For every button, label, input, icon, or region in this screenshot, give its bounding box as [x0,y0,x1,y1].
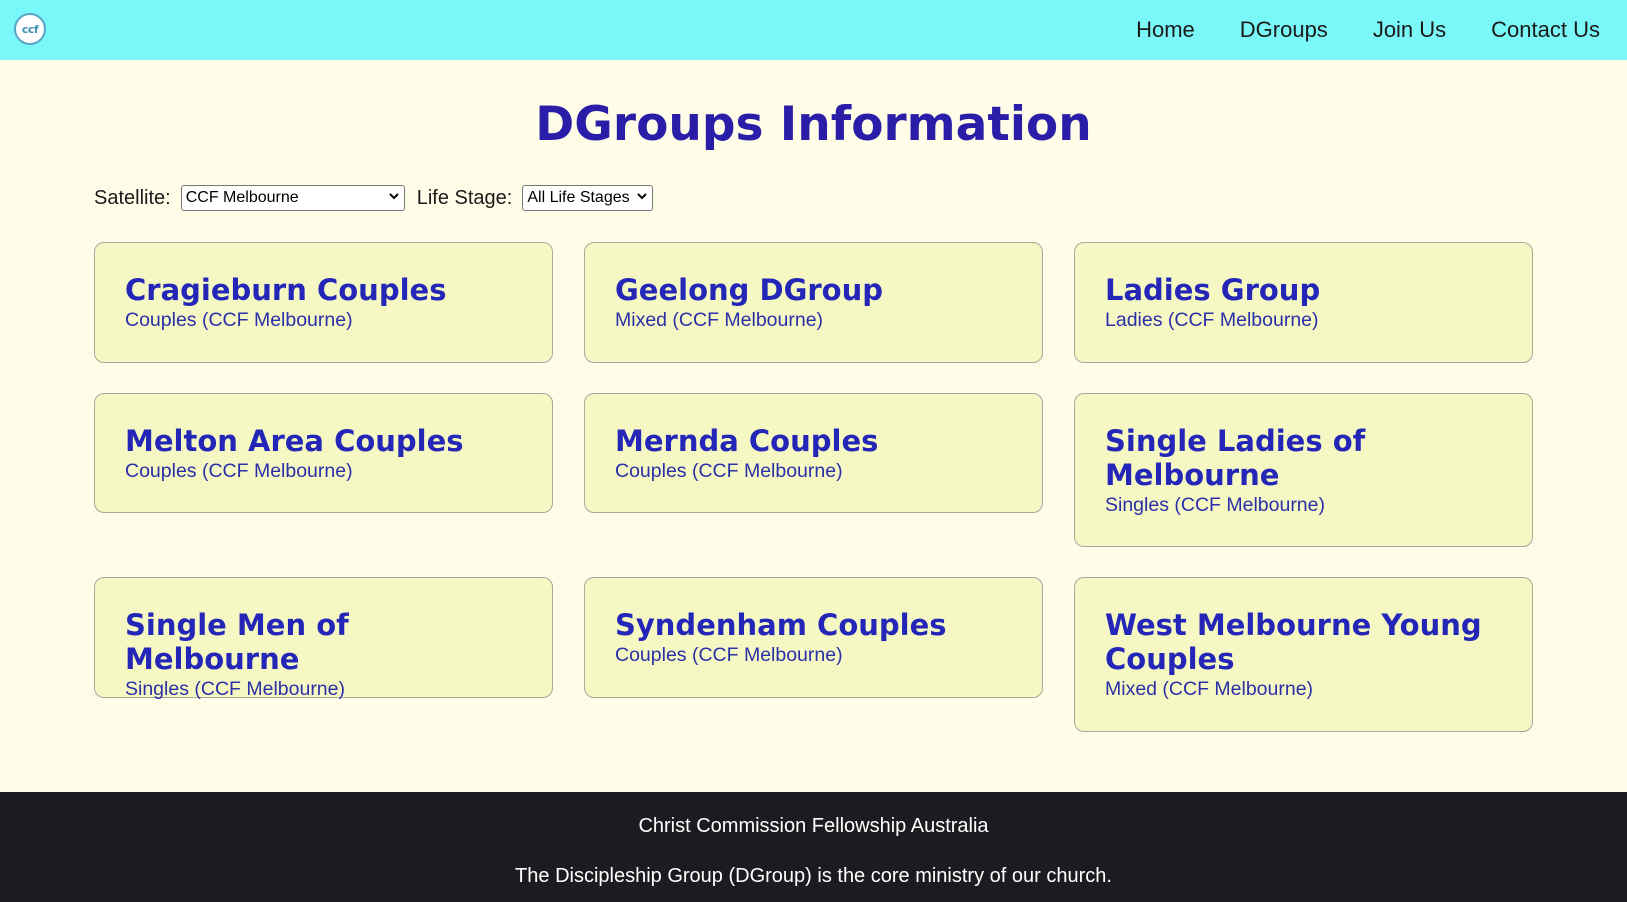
dgroup-card-subtitle: Ladies (CCF Melbourne) [1105,309,1319,331]
nav-home-link[interactable]: Home [1136,17,1195,43]
dgroup-card-title: Ladies Group [1105,273,1321,307]
dgroup-card-subtitle: Couples (CCF Melbourne) [125,460,353,482]
dgroup-card-title: Melton Area Couples [125,424,464,458]
dgroup-card-subtitle: Couples (CCF Melbourne) [615,644,843,666]
dgroup-card-subtitle: Mixed (CCF Melbourne) [615,309,824,331]
dgroup-card[interactable]: Melton Area Couples Couples (CCF Melbour… [94,393,553,513]
dgroup-card[interactable]: Single Men of Melbourne Singles (CCF Mel… [94,577,553,700]
dgroup-card[interactable]: West Melbourne Young Couples Mixed (CCF … [1074,577,1533,732]
dgroup-card[interactable]: Syndenham Couples Couples (CCF Melbourne… [584,577,1043,698]
dgroup-card-title: Single Ladies of Melbourne [1105,424,1366,492]
chevron-down-icon [636,189,648,205]
dgroup-card-title: Mernda Couples [615,424,879,458]
nav-contact-us-link[interactable]: Contact Us [1491,17,1600,43]
dgroup-card[interactable]: Single Ladies of Melbourne Singles (CCF … [1074,393,1533,547]
dgroup-card-title: Single Men of Melbourne [125,608,349,676]
dgroup-card[interactable]: Mernda Couples Couples (CCF Melbourne) [584,393,1043,513]
dgroup-card-title: Syndenham Couples [615,608,947,642]
dgroup-card-subtitle: Singles (CCF Melbourne) [125,678,345,700]
filters-bar: Satellite: CCF Melbourne Life Stage: All… [94,184,654,212]
footer-org-name: Christ Commission Fellowship Australia [638,815,989,837]
dgroup-card[interactable]: Ladies Group Ladies (CCF Melbourne) [1074,242,1533,363]
dgroup-card-title: West Melbourne Young Couples [1105,608,1482,676]
chevron-down-icon [388,189,400,205]
dgroup-card[interactable]: Cragieburn Couples Couples (CCF Melbourn… [94,242,553,363]
dgroup-card-subtitle: Couples (CCF Melbourne) [615,460,843,482]
nav-links: Home DGroups Join Us Contact Us [1091,0,1600,60]
footer-tagline: The Discipleship Group (DGroup) is the c… [515,865,1112,887]
dgroup-card-subtitle: Singles (CCF Melbourne) [1105,494,1325,516]
dgroup-card-title: Geelong DGroup [615,273,884,307]
footer: Christ Commission Fellowship Australia T… [0,792,1627,902]
life-stage-label: Life Stage: [416,186,513,209]
satellite-label: Satellite: [94,186,171,209]
ccf-logo-icon[interactable]: ccf [14,13,46,45]
life-stage-select-value: All Life Stages [527,189,630,206]
dgroup-card-title: Cragieburn Couples [125,273,447,307]
nav-dgroups-link[interactable]: DGroups [1240,17,1328,43]
dgroup-card[interactable]: Geelong DGroup Mixed (CCF Melbourne) [584,242,1043,363]
satellite-select[interactable]: CCF Melbourne [180,185,405,211]
dgroup-card-subtitle: Couples (CCF Melbourne) [125,309,353,331]
nav-join-us-link[interactable]: Join Us [1373,17,1446,43]
page-title: DGroups Information [535,97,1092,152]
dgroup-card-subtitle: Mixed (CCF Melbourne) [1105,678,1314,700]
life-stage-select[interactable]: All Life Stages [522,185,654,211]
navbar: ccf Home DGroups Join Us Contact Us [0,0,1627,60]
satellite-select-value: CCF Melbourne [185,189,299,206]
